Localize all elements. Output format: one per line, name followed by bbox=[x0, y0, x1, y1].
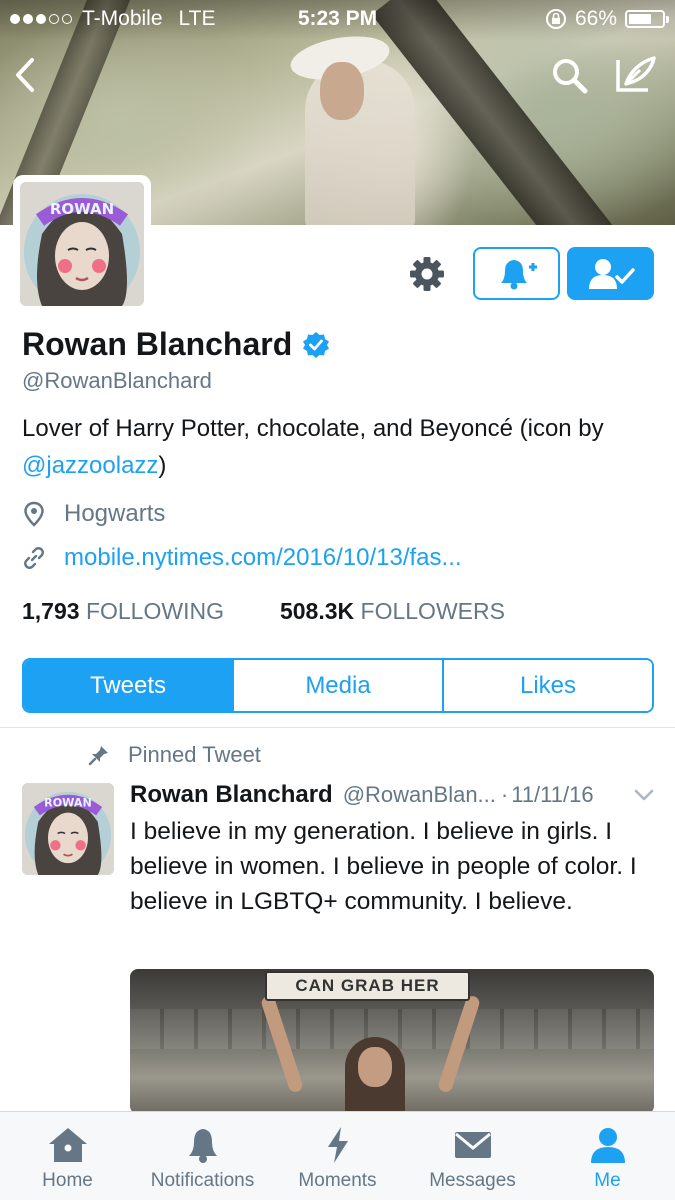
pin-icon bbox=[88, 746, 108, 766]
followers-number: 508.3K bbox=[279, 598, 355, 624]
tabbar-home-label: Home bbox=[42, 1170, 93, 1191]
bio-mention-link[interactable]: @jazzoolazz bbox=[22, 452, 158, 479]
tabbar-messages-label: Messages bbox=[429, 1170, 516, 1191]
following-label: FOLLOWING bbox=[85, 598, 224, 624]
tweet-author-handle[interactable]: @RowanBlan... bbox=[343, 782, 496, 808]
section-divider bbox=[0, 727, 675, 728]
profile-tabs: Tweets Media Likes bbox=[22, 658, 654, 713]
svg-text:ROWAN: ROWAN bbox=[44, 797, 92, 810]
pinned-label-text: Pinned Tweet bbox=[128, 742, 261, 767]
profile-avatar[interactable]: ROWAN bbox=[13, 175, 151, 313]
tabbar-me-label: Me bbox=[594, 1170, 621, 1191]
followers-count[interactable]: 508.3K FOLLOWERS bbox=[280, 598, 505, 625]
followers-label: FOLLOWERS bbox=[360, 598, 505, 624]
rotation-lock-icon bbox=[545, 9, 566, 29]
home-icon bbox=[48, 1128, 87, 1162]
tweet-media-photo[interactable]: CAN GRAB HER bbox=[130, 969, 654, 1114]
bio-text: Lover of Harry Potter, chocolate, and Be… bbox=[22, 415, 604, 442]
tweet-author-name[interactable]: Rowan Blanchard bbox=[130, 781, 333, 809]
verified-badge-icon bbox=[303, 331, 330, 358]
tab-tweets[interactable]: Tweets bbox=[24, 660, 232, 711]
battery-percentage: 66% bbox=[574, 7, 617, 30]
tab-likes[interactable]: Likes bbox=[442, 660, 652, 711]
media-sign-text: CAN GRAB HER bbox=[295, 976, 440, 995]
compose-tweet-icon[interactable] bbox=[614, 54, 658, 94]
link-icon bbox=[24, 547, 44, 569]
profile-handle: @RowanBlanchard bbox=[22, 368, 212, 393]
settings-gear-icon[interactable] bbox=[405, 252, 449, 296]
profile-location: Hogwarts bbox=[22, 500, 165, 528]
following-button[interactable] bbox=[567, 247, 654, 300]
tab-media[interactable]: Media bbox=[232, 660, 442, 711]
bell-icon bbox=[188, 1129, 217, 1163]
tabbar-me[interactable]: Me bbox=[540, 1112, 675, 1200]
chevron-down-icon[interactable] bbox=[633, 787, 655, 803]
tabbar-notifications[interactable]: Notifications bbox=[135, 1112, 270, 1200]
following-count[interactable]: 1,793 FOLLOWING bbox=[22, 598, 224, 625]
bio-text-end: ) bbox=[158, 452, 167, 479]
tweet-date: 11/11/16 bbox=[511, 782, 594, 807]
bottom-tab-bar: Home Notifications Moments Messages Me bbox=[0, 1111, 675, 1200]
tweet-header: Rowan Blanchard @RowanBlan... · 11/11/16 bbox=[130, 781, 655, 809]
avatar-lettering: ROWAN bbox=[50, 200, 114, 218]
media-protest-sign: CAN GRAB HER bbox=[265, 971, 470, 1001]
battery-icon bbox=[625, 10, 669, 28]
envelope-icon bbox=[454, 1132, 491, 1158]
profile-name-text: Rowan Blanchard bbox=[22, 326, 293, 362]
tabbar-moments[interactable]: Moments bbox=[270, 1112, 405, 1200]
following-number: 1,793 bbox=[22, 598, 80, 624]
pinned-tweet-label: Pinned Tweet bbox=[88, 742, 261, 768]
notifications-toggle-button[interactable] bbox=[473, 247, 560, 300]
person-icon bbox=[590, 1128, 625, 1163]
search-icon[interactable] bbox=[550, 56, 590, 96]
tabbar-notifications-label: Notifications bbox=[150, 1170, 255, 1191]
tabbar-home[interactable]: Home bbox=[0, 1112, 135, 1200]
person-check-icon bbox=[588, 258, 635, 289]
back-chevron-icon[interactable] bbox=[12, 56, 38, 94]
location-text: Hogwarts bbox=[64, 500, 166, 527]
website-link[interactable]: mobile.nytimes.com/2016/10/13/fas... bbox=[64, 544, 462, 572]
location-pin-icon bbox=[24, 501, 44, 527]
tabbar-messages[interactable]: Messages bbox=[405, 1112, 540, 1200]
tweet-author-avatar[interactable]: ROWAN bbox=[22, 783, 114, 875]
tweet-separator: · bbox=[500, 782, 509, 807]
bell-plus-icon bbox=[500, 259, 537, 289]
tweet-text: I believe in my generation. I believe in… bbox=[130, 818, 637, 915]
avatar-illustration: ROWAN bbox=[20, 182, 144, 306]
profile-name: Rowan Blanchard bbox=[22, 326, 330, 363]
profile-website[interactable]: mobile.nytimes.com/2016/10/13/fas... bbox=[22, 544, 462, 572]
profile-bio: Lover of Harry Potter, chocolate, and Be… bbox=[22, 410, 662, 484]
lightning-icon bbox=[327, 1127, 348, 1163]
status-bar: T-Mobile LTE 5:23 PM 66% bbox=[0, 0, 675, 40]
tweet-avatar-illustration: ROWAN bbox=[22, 783, 114, 875]
tabbar-moments-label: Moments bbox=[298, 1170, 377, 1191]
follow-counts: 1,793 FOLLOWING 508.3K FOLLOWERS bbox=[22, 598, 505, 625]
